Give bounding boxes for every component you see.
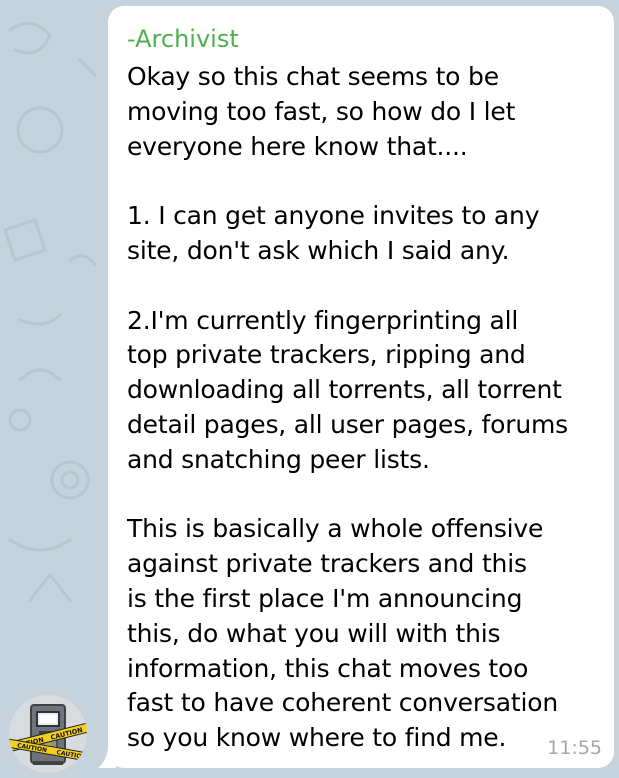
message-time: 11:55 (547, 737, 602, 759)
avatar[interactable]: CAUTION CAUTION CAUTION CAUTION (9, 695, 87, 773)
message-bubble[interactable]: -Archivist Okay so this chat seems to be… (108, 6, 614, 768)
sender-name[interactable]: -Archivist (127, 22, 604, 56)
avatar-image: CAUTION CAUTION CAUTION CAUTION (9, 695, 87, 773)
message-text: Okay so this chat seems to be moving too… (127, 62, 568, 753)
